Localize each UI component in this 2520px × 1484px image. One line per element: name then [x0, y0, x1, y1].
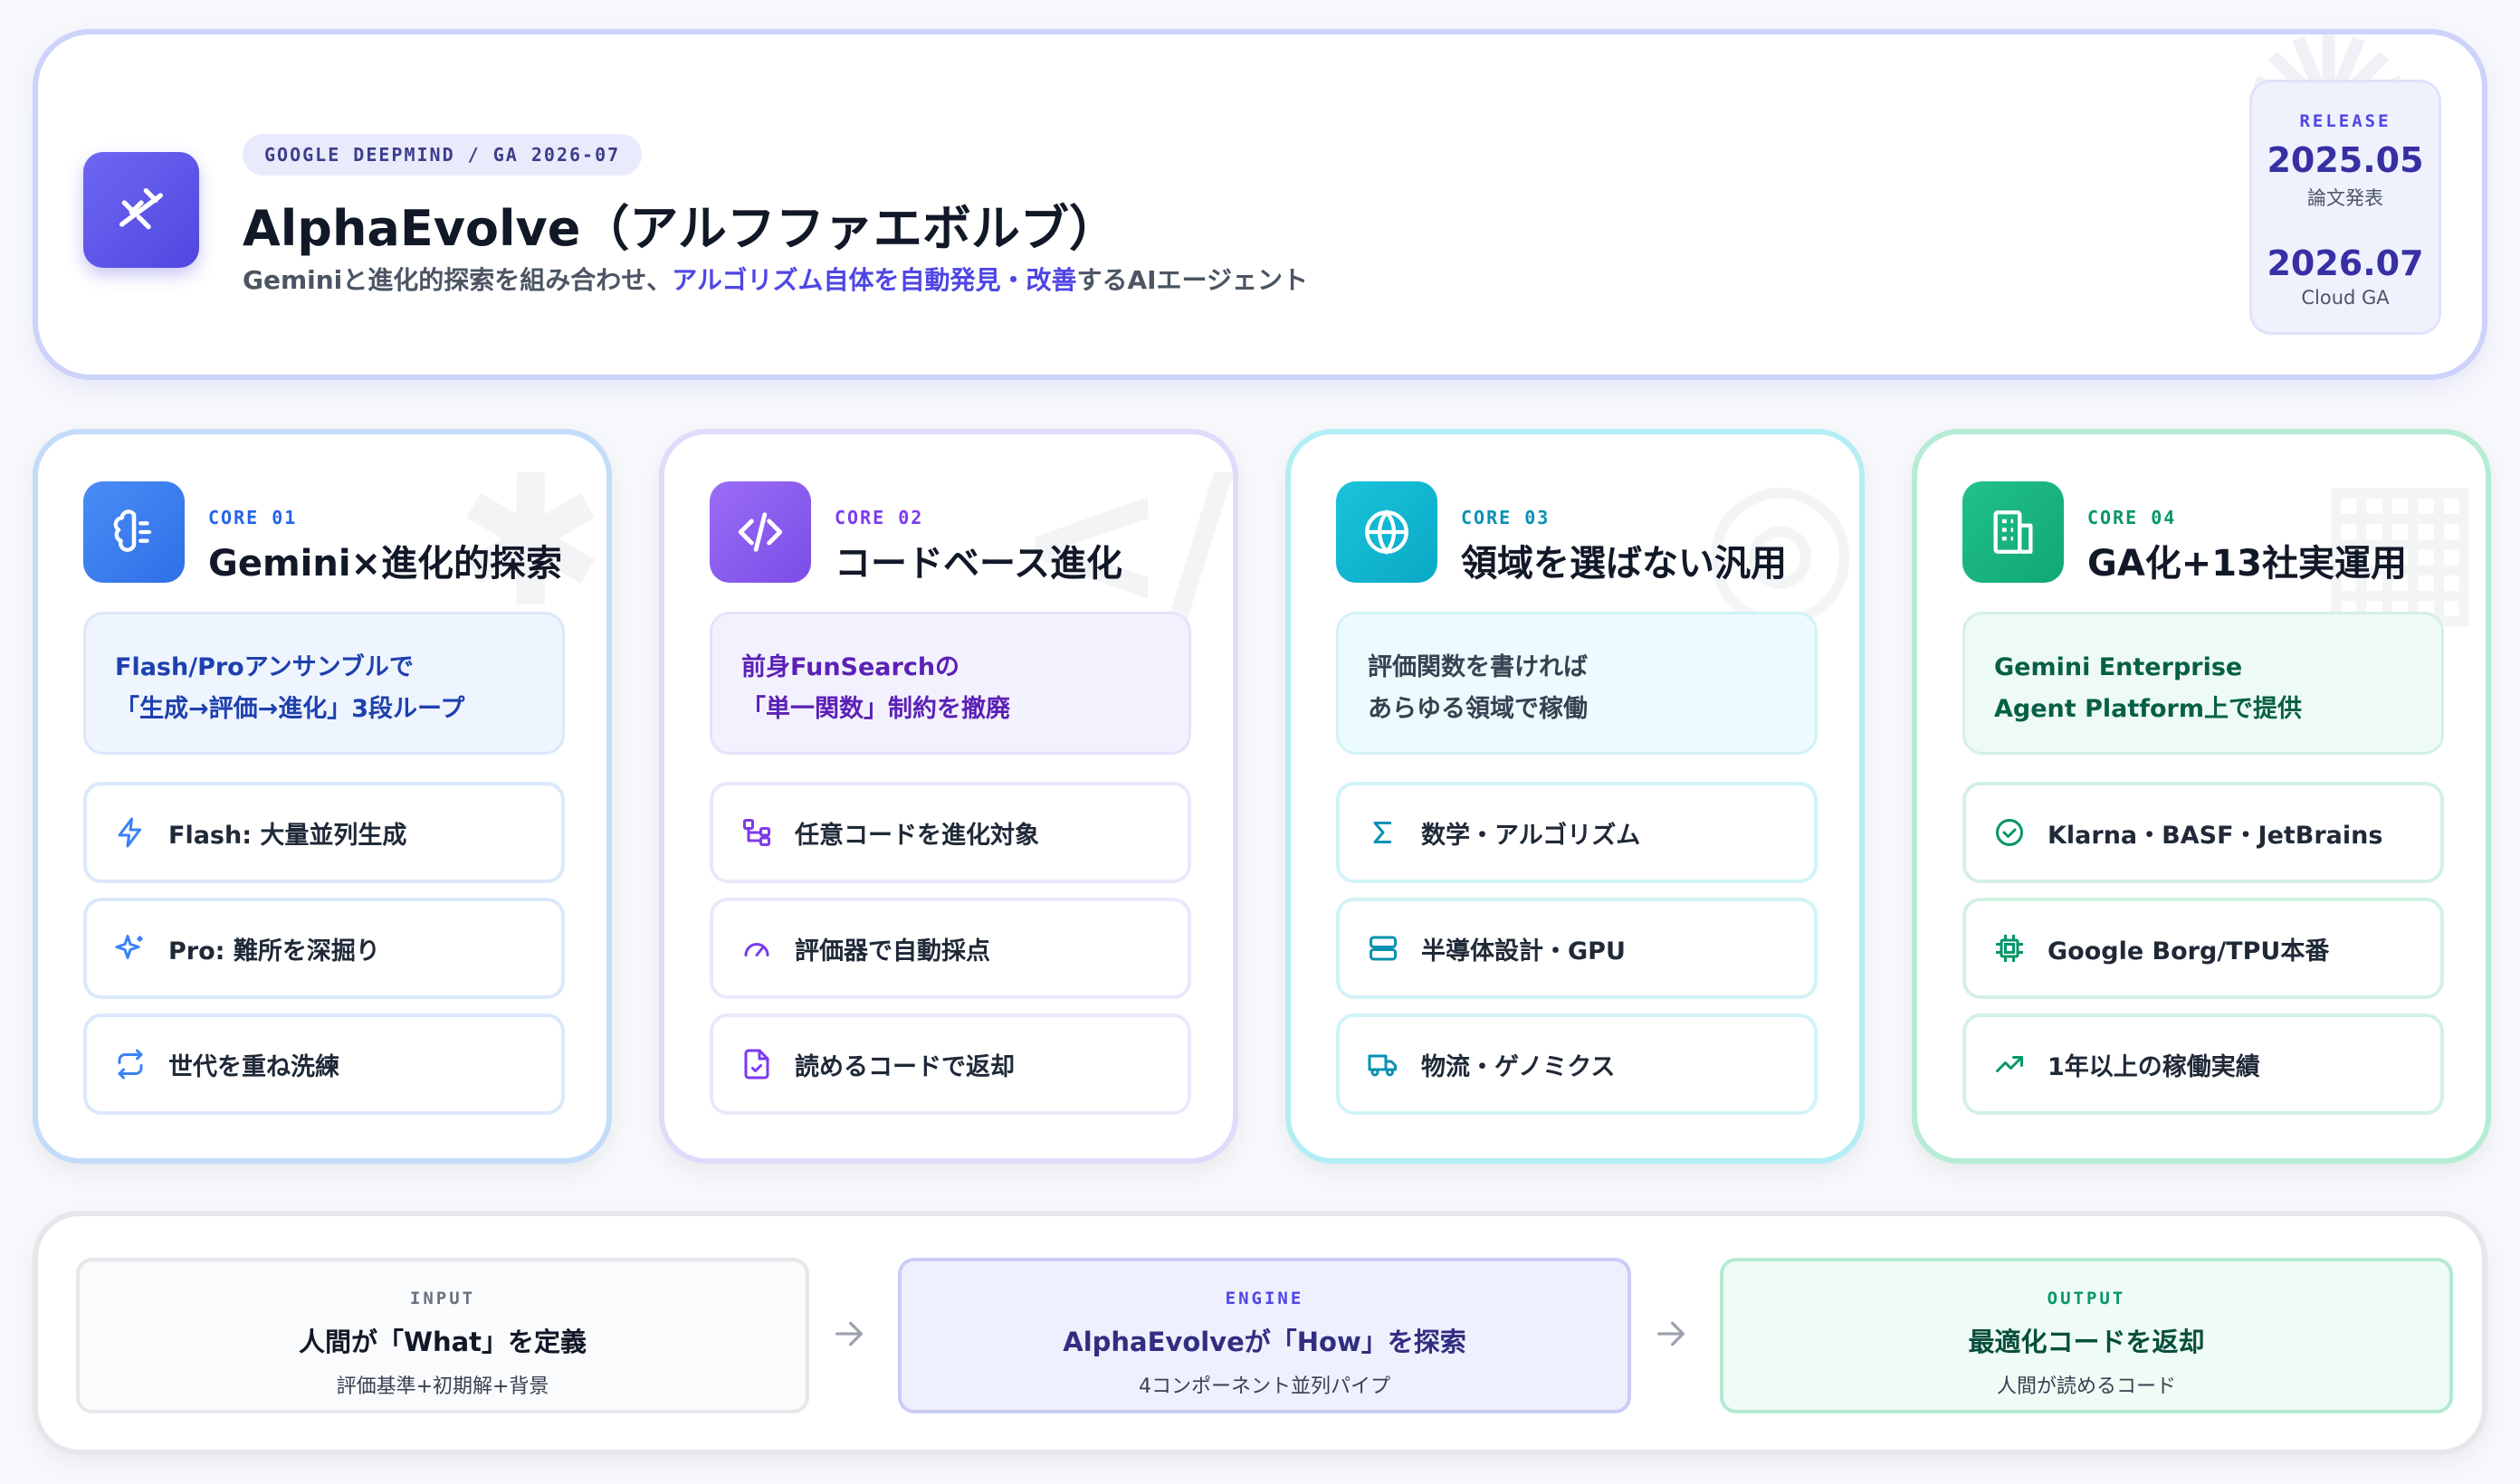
feature-item: Flash: 大量並列生成	[83, 782, 565, 883]
highlight-line: 「単一関数」制約を撤廃	[741, 695, 1010, 723]
feature-label: 任意コードを進化対象	[795, 821, 1039, 850]
stage-label: OUTPUT	[2047, 1289, 2126, 1308]
feature-item: 1年以上の稼働実績	[1962, 1013, 2444, 1115]
feature-label: 世代を重ね洗練	[168, 1052, 339, 1081]
code-icon	[710, 481, 811, 583]
core-card-3: ◎ CORE 03 領域を選ばない汎用 評価関数を書ければ あらゆる領域で稼働 …	[1285, 429, 1865, 1164]
release-sub-ga: Cloud GA	[2301, 287, 2390, 309]
stage-main: 最適化コードを返却	[1968, 1327, 2205, 1357]
highlight-line: あらゆる領域で稼働	[1368, 695, 1588, 723]
feature-label: Klarna・BASF・JetBrains	[2048, 821, 2383, 850]
card-highlight: 前身FunSearchの 「単一関数」制約を撤廃	[710, 612, 1191, 755]
pipeline-panel: INPUT 人間が「What」を定義 評価基準+初期解+背景 ENGINE Al…	[33, 1211, 2487, 1455]
release-label: RELEASE	[2299, 111, 2391, 131]
feature-label: 数学・アルゴリズム	[1421, 821, 1641, 850]
feature-item: 任意コードを進化対象	[710, 782, 1191, 883]
feature-item: 数学・アルゴリズム	[1336, 782, 1818, 883]
release-date-ga: 2026.07	[2267, 243, 2424, 283]
card-highlight: Flash/Proアンサンブルで 「生成→評価→進化」3段ループ	[83, 612, 565, 755]
page-title: AlphaEvolve（アルフファエボルブ）	[243, 200, 1118, 257]
highlight-line: Gemini Enterprise	[1994, 653, 2243, 681]
file-check-icon	[737, 1044, 777, 1084]
arrow-right-icon	[835, 1321, 863, 1346]
gauge-icon	[737, 928, 777, 968]
highlight-line: Flash/Proアンサンブルで	[115, 653, 414, 681]
stage-label: INPUT	[409, 1289, 476, 1308]
feature-label: 1年以上の稼働実績	[2048, 1052, 2260, 1081]
feature-label: 評価器で自動採点	[795, 937, 990, 966]
card-title: Gemini×進化的探索	[208, 543, 563, 585]
feature-item: Pro: 難所を深掘り	[83, 898, 565, 999]
globe-icon	[1336, 481, 1437, 583]
stage-label: ENGINE	[1225, 1289, 1304, 1308]
release-box: RELEASE 2025.05 論文発表 2026.07 Cloud GA	[2249, 80, 2441, 335]
highlight-line: 「生成→評価→進化」3段ループ	[115, 695, 465, 723]
dna-icon	[83, 152, 199, 268]
core-label: CORE 01	[208, 507, 298, 528]
feature-item: Google Borg/TPU本番	[1962, 898, 2444, 999]
lightning-icon	[110, 813, 150, 852]
subtitle-post: するAIエージェント	[1076, 265, 1308, 295]
chip-icon	[1990, 928, 2029, 968]
core-label: CORE 03	[1461, 507, 1551, 528]
tree-icon	[737, 813, 777, 852]
trending-up-icon	[1990, 1044, 2029, 1084]
card-highlight: Gemini Enterprise Agent Platform上で提供	[1962, 612, 2444, 755]
release-sub-paper: 論文発表	[2307, 187, 2383, 209]
highlight-line: 評価関数を書ければ	[1368, 653, 1588, 681]
highlight-line: Agent Platform上で提供	[1994, 695, 2302, 723]
subtitle-highlight: アルゴリズム自体を自動発見・改善	[672, 265, 1077, 295]
feature-label: 半導体設計・GPU	[1421, 937, 1626, 966]
feature-item: 評価器で自動採点	[710, 898, 1191, 999]
feature-item: Klarna・BASF・JetBrains	[1962, 782, 2444, 883]
sigma-icon	[1363, 813, 1403, 852]
pipeline-stage-engine: ENGINE AlphaEvolveが「How」を探索 4コンポーネント並列パイ…	[898, 1258, 1631, 1413]
subtitle-pre: Geminiと進化的探索を組み合わせ、	[243, 265, 673, 295]
card-title: 領域を選ばない汎用	[1461, 543, 1787, 585]
stage-main: AlphaEvolveが「How」を探索	[1063, 1327, 1466, 1357]
stage-sub: 4コンポーネント並列パイプ	[1139, 1375, 1390, 1398]
truck-icon	[1363, 1044, 1403, 1084]
core-label: CORE 04	[2087, 507, 2177, 528]
header-card: ✺ GOOGLE DEEPMIND / GA 2026-07 AlphaEvol…	[33, 29, 2487, 380]
feature-label: 読めるコードで返却	[795, 1052, 1015, 1081]
pipeline-stage-input: INPUT 人間が「What」を定義 評価基準+初期解+背景	[76, 1258, 809, 1413]
stage-main: 人間が「What」を定義	[298, 1327, 587, 1357]
core-card-4: ▦ CORE 04 GA化+13社実運用 Gemini Enterprise A…	[1912, 429, 2491, 1164]
building-icon	[1962, 481, 2064, 583]
core-card-2: </> CORE 02 コードベース進化 前身FunSearchの 「単一関数」…	[659, 429, 1238, 1164]
feature-label: Google Borg/TPU本番	[2048, 937, 2330, 966]
feature-label: Pro: 難所を深掘り	[168, 937, 380, 966]
page-subtitle: Geminiと進化的探索を組み合わせ、アルゴリズム自体を自動発見・改善するAIエ…	[243, 261, 1308, 297]
pipeline-stage-output: OUTPUT 最適化コードを返却 人間が読めるコード	[1720, 1258, 2453, 1413]
brain-icon	[83, 481, 185, 583]
sparkles-icon	[110, 928, 150, 968]
check-circle-icon	[1990, 813, 2029, 852]
card-title: コードベース進化	[835, 543, 1122, 585]
arrow-right-icon	[1657, 1321, 1685, 1346]
highlight-line: 前身FunSearchの	[741, 653, 960, 681]
feature-label: 物流・ゲノミクス	[1421, 1052, 1616, 1081]
feature-item: 読めるコードで返却	[710, 1013, 1191, 1115]
feature-label: Flash: 大量並列生成	[168, 821, 407, 850]
stage-sub: 人間が読めるコード	[1996, 1375, 2176, 1398]
header-tag: GOOGLE DEEPMIND / GA 2026-07	[243, 134, 643, 176]
server-icon	[1363, 928, 1403, 968]
core-card-1: ✱ CORE 01 Gemini×進化的探索 Flash/Proアンサンブルで …	[33, 429, 612, 1164]
core-label: CORE 02	[835, 507, 924, 528]
release-date-paper: 2025.05	[2267, 140, 2424, 180]
card-title: GA化+13社実運用	[2087, 543, 2407, 585]
stage-sub: 評価基準+初期解+背景	[336, 1375, 549, 1398]
feature-item: 物流・ゲノミクス	[1336, 1013, 1818, 1115]
feature-item: 半導体設計・GPU	[1336, 898, 1818, 999]
repeat-icon	[110, 1044, 150, 1084]
feature-item: 世代を重ね洗練	[83, 1013, 565, 1115]
card-highlight: 評価関数を書ければ あらゆる領域で稼働	[1336, 612, 1818, 755]
